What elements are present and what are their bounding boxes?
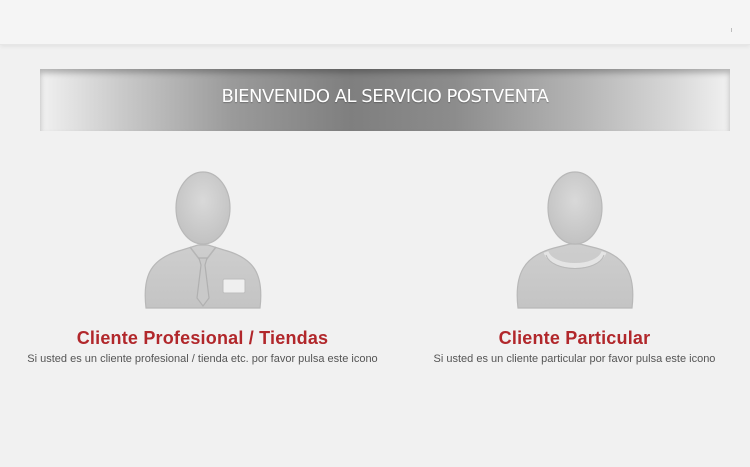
private-client-option[interactable]: Cliente Particular Si usted es un client… — [387, 160, 750, 380]
banner-title: BIENVENIDO AL SERVICIO POSTVENTA — [221, 86, 549, 107]
private-client-description: Si usted es un cliente particular por fa… — [433, 353, 716, 365]
professional-client-title[interactable]: Cliente Profesional / Tiendas — [15, 328, 390, 349]
private-client-title[interactable]: Cliente Particular — [387, 328, 750, 349]
welcome-banner: BIENVENIDO AL SERVICIO POSTVENTA — [40, 69, 730, 131]
professional-client-option[interactable]: Cliente Profesional / Tiendas Si usted e… — [15, 160, 390, 380]
professional-user-icon[interactable] — [138, 166, 268, 311]
private-user-icon[interactable] — [510, 166, 640, 311]
top-bar-marker — [731, 28, 732, 32]
top-bar — [0, 0, 750, 45]
professional-client-description: Si usted es un cliente profesional / tie… — [27, 353, 378, 365]
